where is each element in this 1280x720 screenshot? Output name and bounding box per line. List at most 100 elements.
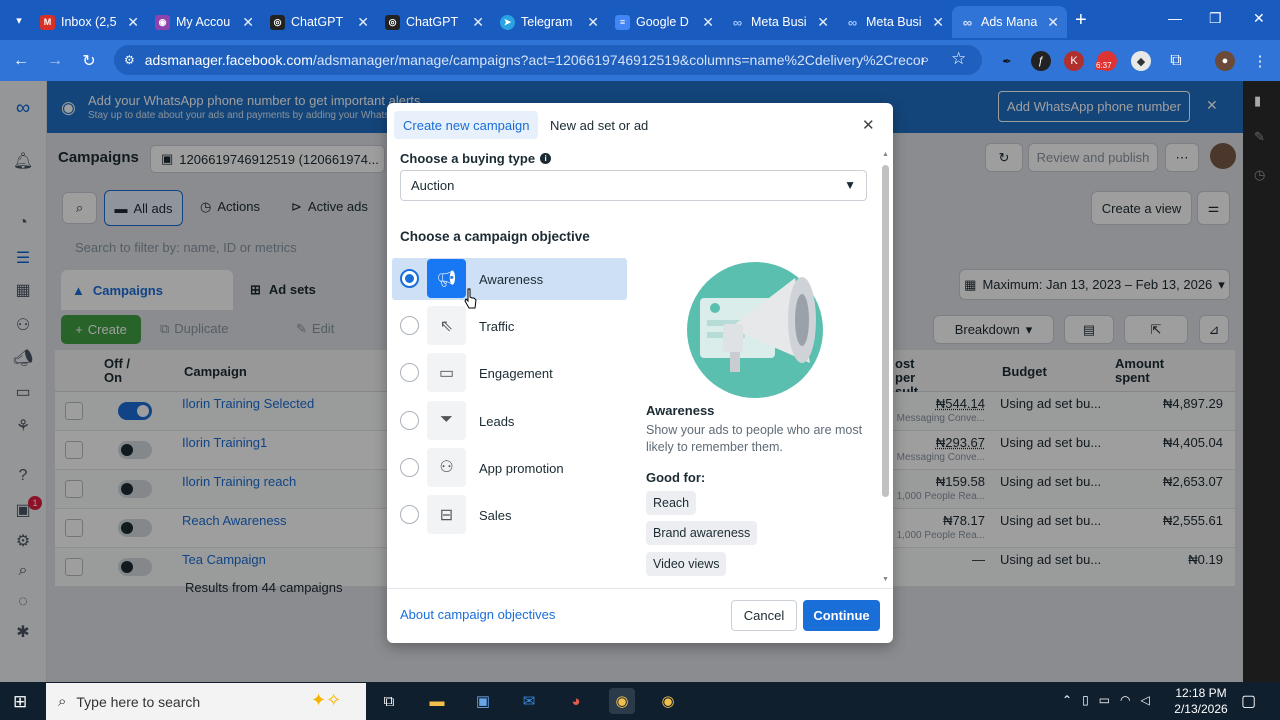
meta-icon: ∞ — [847, 14, 858, 30]
new-tab-icon[interactable]: + — [1075, 9, 1087, 32]
file-explorer-icon[interactable]: ▬ — [424, 688, 450, 714]
chevron-down-icon: ▼ — [844, 178, 856, 192]
browser-tab-5[interactable]: ➤ Telegram ✕ — [492, 6, 607, 38]
close-tab-icon[interactable]: ✕ — [242, 14, 254, 31]
radio-button[interactable] — [400, 505, 419, 524]
browser-tab-active[interactable]: ∞ Ads Mana ✕ — [952, 6, 1067, 38]
wifi-icon[interactable]: ◠ — [1120, 693, 1130, 707]
browser-tab-3[interactable]: ◎ ChatGPT ✕ — [262, 6, 377, 38]
chrome-icon[interactable]: ◉ — [609, 688, 635, 714]
objective-option-traffic[interactable]: ⇖ Traffic — [392, 305, 627, 347]
about-objectives-link[interactable]: About campaign objectives — [400, 607, 555, 622]
buying-type-select[interactable]: Auction ▼ — [400, 170, 867, 201]
clock-side-icon[interactable]: ◷ — [1254, 167, 1265, 183]
paint-icon[interactable]: ◕ — [563, 688, 589, 714]
volume-icon[interactable]: ◁ — [1141, 693, 1150, 707]
chrome-profile-icon[interactable]: ◉ — [655, 688, 681, 714]
browser-tab-2[interactable]: ◉ My Accou ✕ — [147, 6, 262, 38]
bag-icon: ⊟ — [427, 495, 466, 534]
tab-new-adset-or-ad[interactable]: New ad set or ad — [541, 111, 657, 139]
tab-create-new-campaign[interactable]: Create new campaign — [394, 111, 539, 139]
bar-chart-icon[interactable]: ▮ — [1254, 93, 1261, 109]
close-tab-icon[interactable]: ✕ — [702, 14, 714, 31]
taskbar-search[interactable]: ⌕ Type here to search ✦✧ — [46, 683, 366, 720]
objective-detail-title: Awareness — [646, 403, 715, 418]
close-tab-icon[interactable]: ✕ — [1047, 14, 1059, 31]
battery-icon[interactable]: ▭ — [1099, 693, 1110, 707]
scroll-down-icon[interactable]: ▼ — [882, 576, 889, 583]
buying-type-label: Choose a buying type i — [400, 151, 552, 166]
cursor-icon: ⇖ — [427, 306, 466, 346]
close-icon[interactable]: ✕ — [862, 116, 875, 134]
radio-button[interactable] — [400, 316, 419, 336]
browser-tab-1[interactable]: M Inbox (2,5 ✕ — [32, 6, 147, 38]
radio-button[interactable] — [400, 363, 419, 383]
objective-option-app-promotion[interactable]: ⚇ App promotion — [392, 447, 627, 489]
window-close-icon[interactable]: ✕ — [1253, 10, 1265, 27]
people-icon: ⚇ — [427, 447, 466, 487]
profile-avatar[interactable]: ● — [1215, 51, 1235, 71]
task-view-icon[interactable]: ⧉ — [376, 688, 402, 714]
radio-button[interactable] — [400, 410, 419, 430]
scrollbar-thumb[interactable] — [882, 165, 889, 497]
site-info-icon[interactable]: ⚙ — [124, 53, 135, 67]
tag-brand-awareness: Brand awareness — [646, 521, 758, 545]
close-tab-icon[interactable]: ✕ — [817, 14, 829, 31]
extension-k-icon[interactable]: K — [1064, 51, 1084, 71]
scroll-up-icon[interactable]: ▲ — [882, 151, 889, 158]
action-center-icon[interactable]: ▢ — [1241, 691, 1256, 711]
browser-tab-4[interactable]: ◎ ChatGPT ✕ — [377, 6, 492, 38]
radio-button[interactable] — [400, 269, 419, 288]
objective-label-text: Sales — [479, 508, 512, 523]
outlook-icon[interactable]: ✉ — [516, 688, 542, 714]
browser-tab-8[interactable]: ∞ Meta Busi ✕ — [837, 6, 952, 38]
objective-label: Choose a campaign objective — [400, 229, 590, 244]
chevron-up-icon[interactable]: ⌃ — [1062, 693, 1072, 707]
objective-option-awareness[interactable]: 📢︎ Awareness — [392, 258, 627, 300]
extensions-icon[interactable]: ⧉ — [1166, 51, 1186, 71]
extension-badge-icon[interactable]: 6:37 — [1095, 51, 1117, 71]
continue-button[interactable]: Continue — [803, 600, 880, 631]
url-bar[interactable]: ⚙ adsmanager.facebook.com/adsmanager/man… — [114, 45, 982, 75]
radio-button[interactable] — [400, 457, 419, 477]
system-tray: ⌃ ▯ ▭ ◠ ◁ — [1062, 693, 1150, 707]
megaphone-icon: 📢︎ — [427, 259, 466, 298]
close-tab-icon[interactable]: ✕ — [587, 14, 599, 31]
awareness-illustration — [687, 262, 823, 398]
windows-start-icon[interactable]: ⊞ — [13, 692, 27, 712]
objective-option-engagement[interactable]: ▭ Engagement — [392, 352, 627, 394]
chatgpt-icon: ◎ — [270, 14, 285, 30]
right-side-panel: ▮ ✎ ◷ — [1243, 81, 1280, 682]
back-icon[interactable]: ← — [4, 52, 38, 70]
extension-puzzle-icon[interactable]: ◆ — [1131, 51, 1151, 71]
objective-option-sales[interactable]: ⊟ Sales — [392, 494, 627, 536]
objective-label-text: App promotion — [479, 460, 564, 476]
browser-menu-icon[interactable]: ⋮ — [1250, 51, 1270, 71]
info-icon[interactable]: i — [540, 153, 552, 164]
store-icon[interactable]: ▣ — [470, 688, 496, 714]
edit-side-icon[interactable]: ✎ — [1254, 129, 1265, 145]
restore-icon[interactable]: ❐ — [1209, 10, 1222, 27]
close-tab-icon[interactable]: ✕ — [932, 14, 944, 31]
close-tab-icon[interactable]: ✕ — [472, 14, 484, 31]
dialog-divider — [387, 588, 893, 589]
reload-icon[interactable]: ↻ — [72, 51, 106, 71]
browser-tab-6[interactable]: ≡ Google D ✕ — [607, 6, 722, 38]
close-tab-icon[interactable]: ✕ — [127, 14, 139, 31]
clock[interactable]: 12:18 PM 2/13/2026 — [1172, 685, 1230, 717]
search-icon: ⌕ — [58, 693, 67, 710]
minimize-icon[interactable]: — — [1168, 10, 1182, 26]
tab-search-chevron-icon[interactable]: ▾ — [6, 7, 32, 33]
extension-pen-icon[interactable]: ✒ — [997, 51, 1017, 71]
meta-icon: ∞ — [732, 14, 743, 30]
cancel-button[interactable]: Cancel — [731, 600, 797, 631]
extension-fx-icon[interactable]: ƒ — [1031, 51, 1051, 71]
bookmark-star-icon[interactable]: ☆ — [951, 49, 966, 69]
objective-option-leads[interactable]: ⏷ Leads — [392, 400, 627, 442]
forward-icon[interactable]: → — [38, 52, 72, 70]
browser-tab-7[interactable]: ∞ Meta Busi ✕ — [722, 6, 837, 38]
zoom-icon[interactable]: ⌕ — [921, 51, 929, 68]
device-icon[interactable]: ▯ — [1082, 693, 1089, 707]
close-tab-icon[interactable]: ✕ — [357, 14, 369, 31]
good-for-label: Good for: — [646, 470, 706, 485]
